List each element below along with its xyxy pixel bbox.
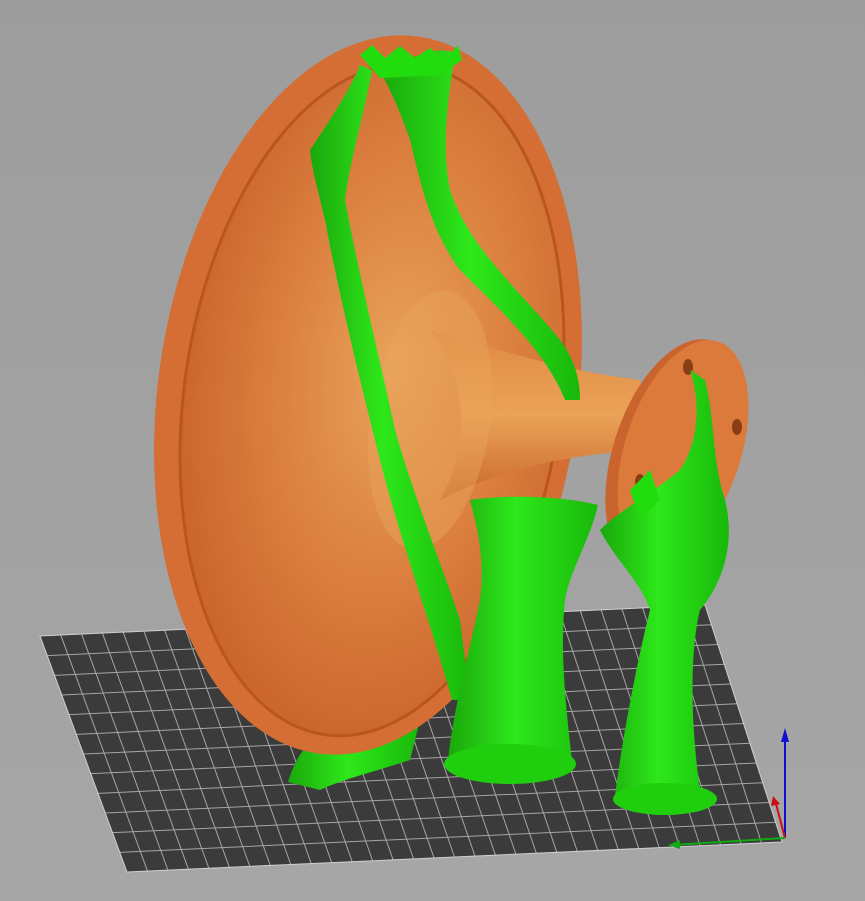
scene-canvas[interactable] (0, 0, 865, 901)
3d-viewport[interactable] (0, 0, 865, 901)
